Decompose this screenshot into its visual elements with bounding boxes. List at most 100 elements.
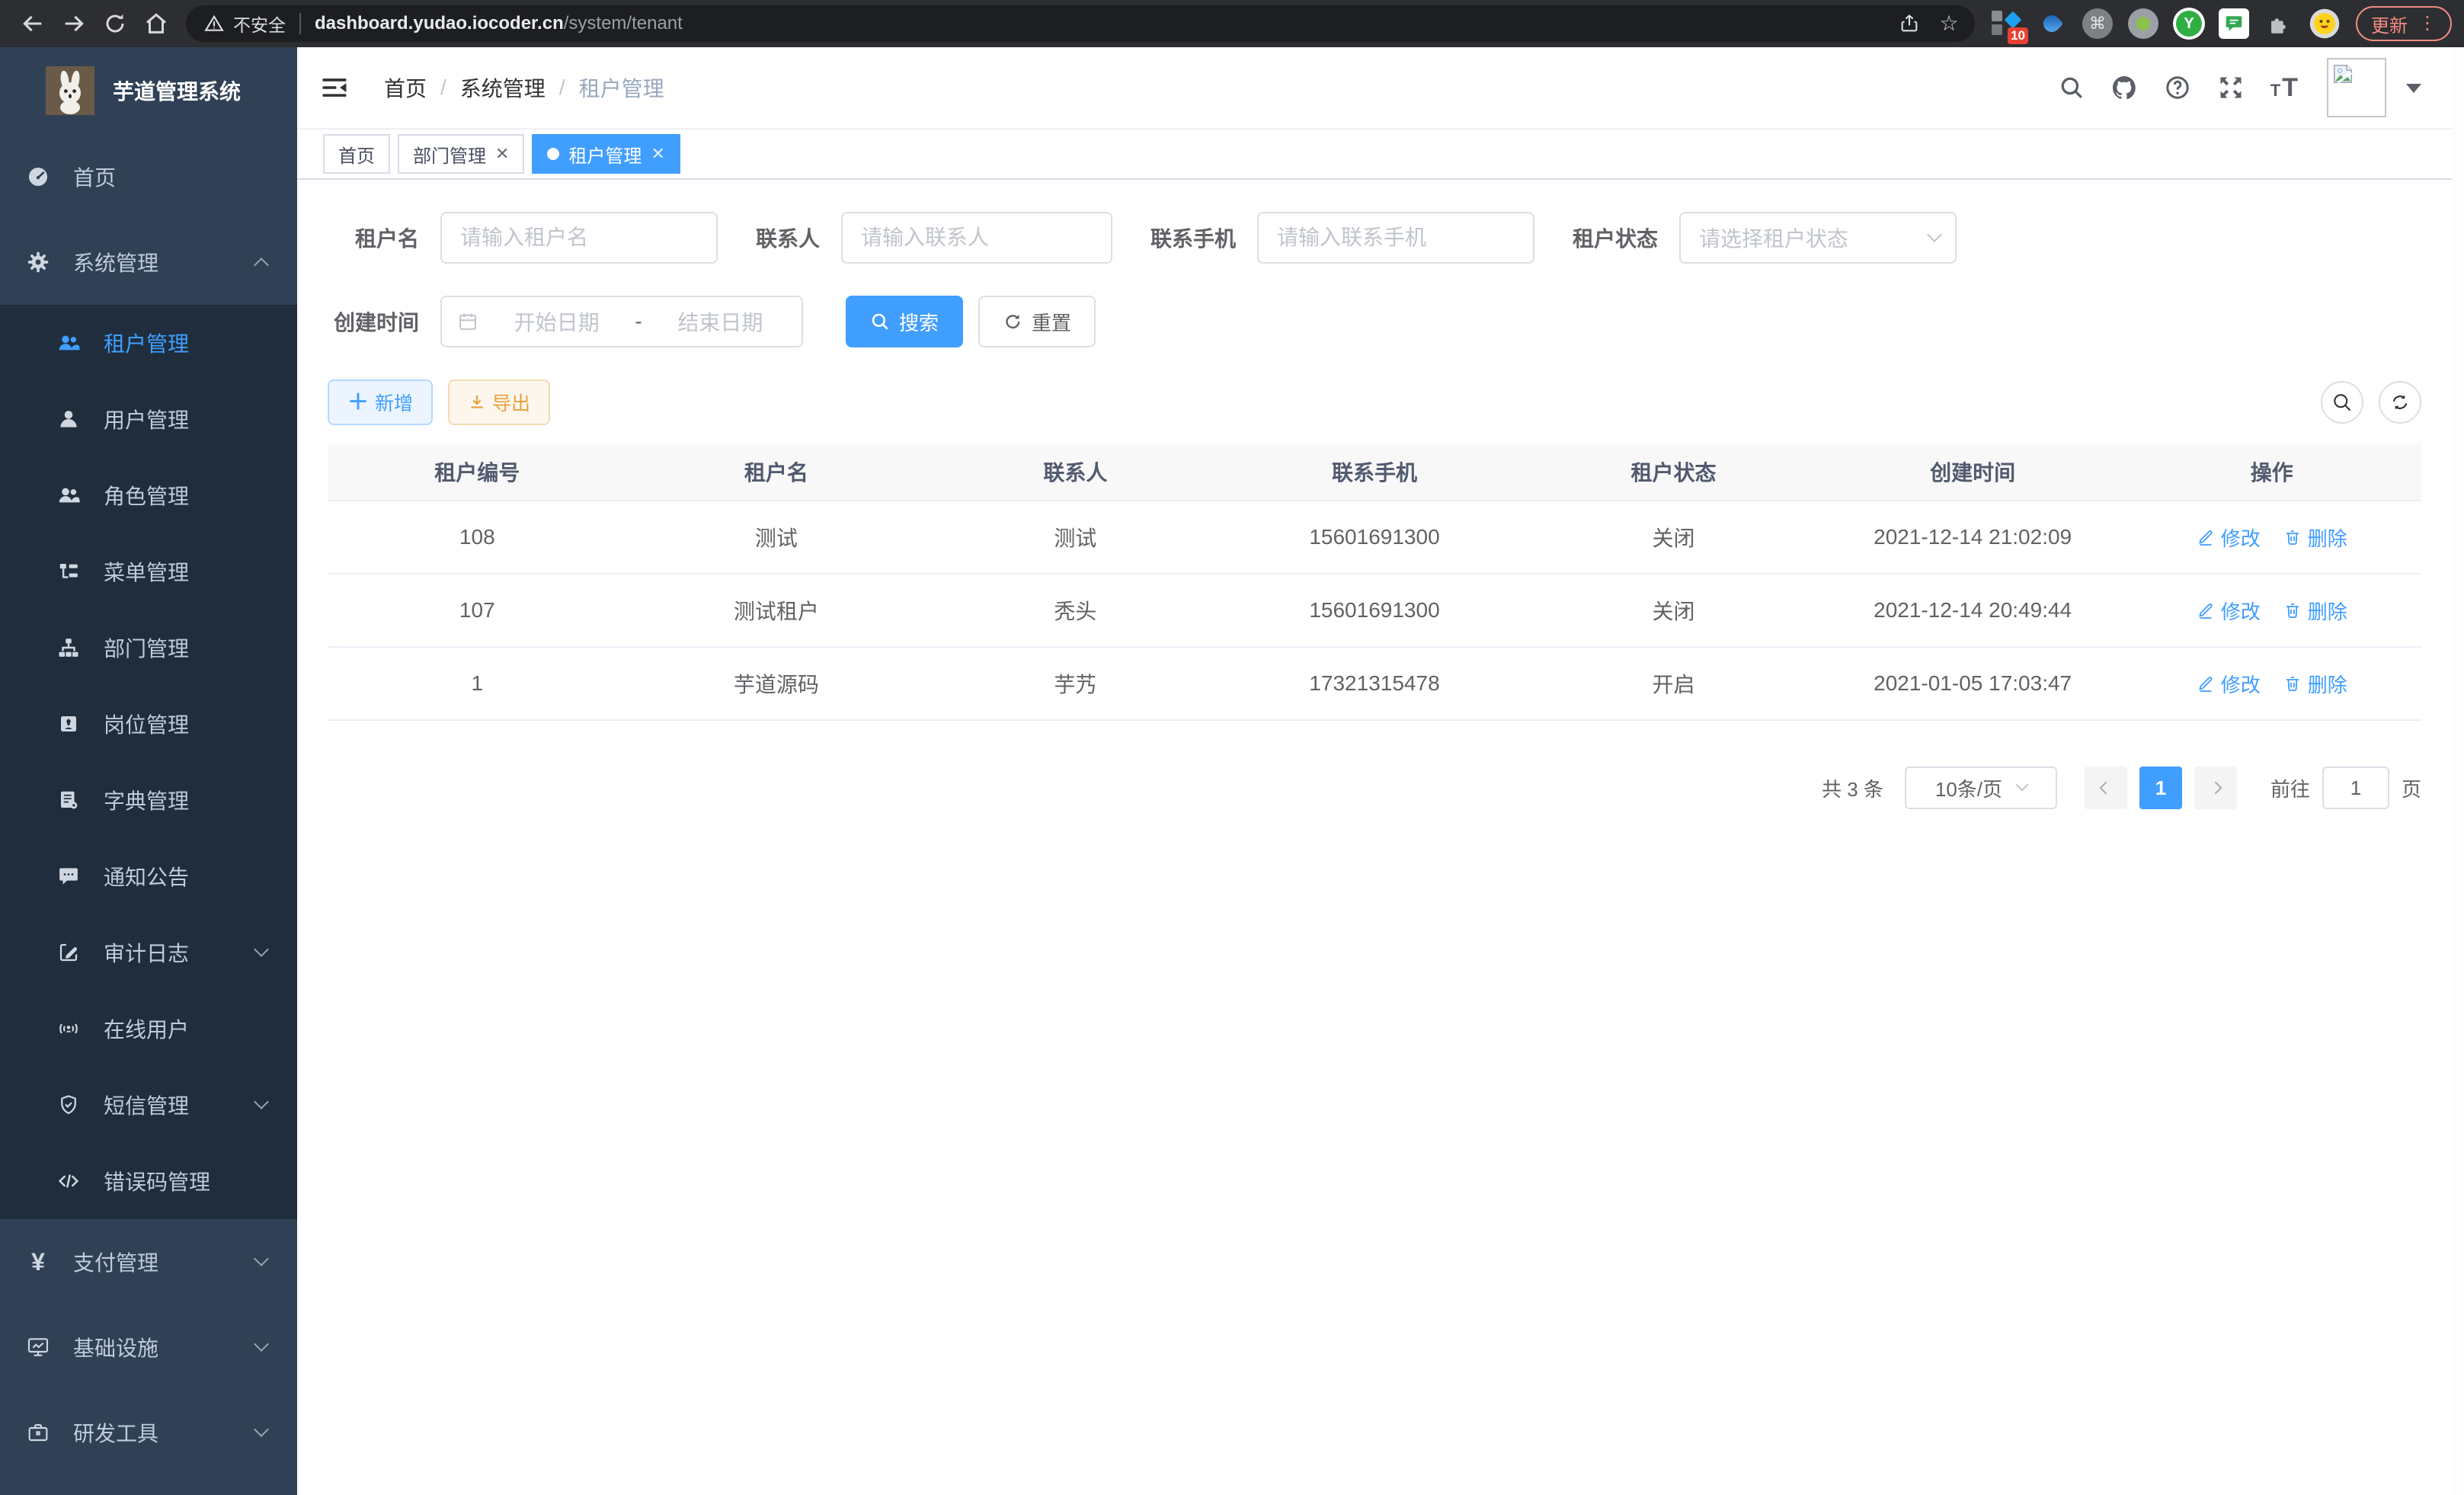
github-link[interactable] (2110, 74, 2138, 101)
extensions-puzzle-icon[interactable] (2263, 8, 2295, 40)
chevron-right-icon (2209, 782, 2222, 795)
sidebar-item-system[interactable]: 系统管理 (0, 219, 297, 305)
breadcrumb-system[interactable]: 系统管理 (460, 72, 546, 103)
sidebar-item-notice[interactable]: 通知公告 (0, 838, 297, 914)
delete-label: 删除 (2308, 670, 2347, 698)
filter-row-1: 租户名 联系人 联系手机 租户状态 请选择租户状态 (328, 212, 2421, 264)
sidebar-item-menu[interactable]: 菜单管理 (0, 533, 297, 610)
sidebar-item-infra[interactable]: 基础设施 (0, 1305, 297, 1390)
delete-link[interactable]: 删除 (2283, 523, 2347, 552)
sidebar-collapse-button[interactable] (297, 47, 372, 128)
sidebar-item-post[interactable]: 岗位管理 (0, 686, 297, 762)
address-bar[interactable]: 不安全 dashboard.yudao.iocoder.cn/system/te… (186, 5, 1975, 42)
browser-home-button[interactable] (136, 3, 177, 44)
extension-record-icon[interactable] (2127, 8, 2159, 40)
bookmark-star-button[interactable]: ☆ (1929, 5, 1969, 42)
prev-page-button[interactable] (2085, 767, 2127, 809)
sidebar-item-dict[interactable]: 字典管理 (0, 762, 297, 838)
edit-link[interactable]: 修改 (2197, 670, 2261, 698)
broken-image-icon (2331, 62, 2354, 85)
sidebar-item-online-users[interactable]: 在线用户 (0, 991, 297, 1067)
tenant-name-input[interactable] (440, 212, 718, 264)
url-text[interactable]: dashboard.yudao.iocoder.cn/system/tenant (315, 13, 1890, 34)
page-number-1[interactable]: 1 (2139, 767, 2182, 809)
sidebar-item-tenant[interactable]: 租户管理 (0, 305, 297, 381)
edit-label: 修改 (2221, 670, 2261, 698)
sidebar-item-label: 租户管理 (104, 328, 189, 358)
tab-home[interactable]: 首页 (323, 134, 390, 174)
cell-created: 2021-01-05 17:03:47 (1823, 671, 2123, 696)
date-range-picker[interactable]: 开始日期 - 结束日期 (440, 296, 803, 347)
cell-contact: 测试 (926, 522, 1225, 552)
avatar-caret-down-icon[interactable] (2406, 84, 2421, 101)
table-row: 107 测试租户 秃头 15601691300 关闭 2021-12-14 20… (328, 575, 2421, 648)
tab-tenant[interactable]: 租户管理✕ (532, 134, 680, 174)
cell-contact: 秃头 (926, 595, 1225, 626)
sidebar-logo[interactable]: 芋道管理系统 (0, 47, 297, 134)
edit-link[interactable]: 修改 (2197, 597, 2261, 625)
user-avatar[interactable] (2327, 58, 2386, 117)
browser-forward-button[interactable] (53, 3, 94, 44)
extension-command-icon[interactable]: ⌘ (2082, 8, 2114, 40)
page-size-select[interactable]: 10条/页 (1905, 767, 2057, 809)
sidebar-item-error-code[interactable]: 错误码管理 (0, 1143, 297, 1219)
contact-input[interactable] (841, 212, 1112, 264)
extension-grid-icon[interactable]: 10 (1990, 8, 2022, 40)
help-button[interactable] (2164, 74, 2191, 101)
delete-link[interactable]: 删除 (2283, 597, 2347, 625)
search-button[interactable]: 搜索 (846, 296, 963, 347)
column-header: 租户名 (627, 456, 926, 487)
goto-page-input[interactable] (2322, 767, 2389, 809)
browser-back-button[interactable] (12, 3, 53, 44)
mobile-input[interactable] (1257, 212, 1534, 264)
cell-tenant-name: 测试租户 (627, 595, 926, 626)
font-size-button[interactable]: TT (2270, 75, 2298, 101)
calendar-icon (457, 311, 478, 332)
extension-y-icon[interactable]: Y (2173, 8, 2205, 40)
question-circle-icon (2164, 74, 2191, 101)
security-status[interactable]: 不安全 (204, 11, 286, 37)
delete-link[interactable]: 删除 (2283, 670, 2347, 698)
tab-close-icon[interactable]: ✕ (651, 144, 664, 164)
status-select[interactable]: 请选择租户状态 (1679, 212, 1957, 264)
date-separator: - (635, 309, 642, 334)
tab-dept[interactable]: 部门管理✕ (398, 134, 524, 174)
extension-kite-icon[interactable] (2036, 8, 2068, 40)
next-page-button[interactable] (2194, 767, 2237, 809)
sidebar-item-audit-log[interactable]: 审计日志 (0, 914, 297, 991)
header-search-button[interactable] (2059, 75, 2085, 101)
chrome-update-button[interactable]: 更新 ⋮ (2356, 6, 2452, 41)
sidebar-item-payment[interactable]: ¥ 支付管理 (0, 1219, 297, 1305)
sidebar-item-dept[interactable]: 部门管理 (0, 610, 297, 686)
trash-icon (2283, 674, 2302, 693)
browser-reload-button[interactable] (94, 3, 136, 44)
reload-icon (103, 11, 127, 36)
sidebar-item-sms[interactable]: 短信管理 (0, 1067, 297, 1143)
export-button[interactable]: 导出 (448, 379, 550, 425)
table-header-row: 租户编号 租户名 联系人 联系手机 租户状态 创建时间 操作 (328, 443, 2421, 501)
sidebar-item-user[interactable]: 用户管理 (0, 381, 297, 457)
toggle-search-button[interactable] (2321, 381, 2363, 424)
sidebar-item-label: 部门管理 (104, 632, 189, 663)
chat-bubble-icon (2224, 14, 2244, 34)
cell-created: 2021-12-14 21:02:09 (1823, 525, 2123, 549)
chrome-menu-icon[interactable]: ⋮ (2418, 14, 2437, 33)
fullscreen-button[interactable] (2217, 74, 2245, 101)
profile-avatar[interactable] (2309, 8, 2341, 40)
sidebar-item-dev-tools[interactable]: 研发工具 (0, 1390, 297, 1475)
edit-link[interactable]: 修改 (2197, 523, 2261, 552)
reset-button[interactable]: 重置 (978, 296, 1096, 347)
refresh-table-button[interactable] (2379, 381, 2421, 424)
extension-chat-icon[interactable] (2219, 8, 2249, 39)
chevron-up-icon (254, 258, 269, 273)
contact-label: 联系人 (756, 222, 820, 253)
add-button[interactable]: ＋新增 (328, 379, 433, 425)
sidebar-item-role[interactable]: 角色管理 (0, 457, 297, 533)
pagination: 共 3 条 10条/页 1 前往 页 (328, 767, 2421, 809)
sidebar-item-home[interactable]: 首页 (0, 134, 297, 219)
breadcrumb-home[interactable]: 首页 (384, 72, 427, 103)
column-header: 创建时间 (1823, 456, 2123, 487)
tab-close-icon[interactable]: ✕ (495, 144, 509, 164)
sidebar-item-label: 基础设施 (73, 1332, 158, 1362)
share-button[interactable] (1890, 5, 1929, 42)
